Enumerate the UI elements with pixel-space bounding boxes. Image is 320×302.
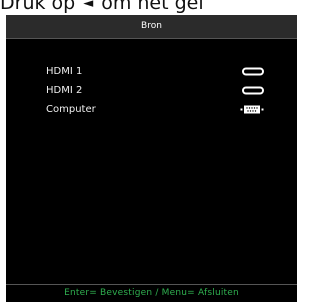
menu-title: Bron bbox=[6, 15, 297, 39]
source-item-label: HDMI 1 bbox=[46, 66, 83, 77]
instruction-text: Druk op ◄ om het gel bbox=[0, 0, 303, 14]
hdmi-port-icon bbox=[242, 86, 264, 100]
hdmi-port-icon bbox=[242, 67, 264, 81]
source-item-computer[interactable]: Computer bbox=[46, 103, 276, 122]
source-item-label: HDMI 2 bbox=[46, 85, 83, 96]
source-menu: Bron HDMI 1 HDMI 2 Computer Enter= Beves… bbox=[6, 15, 297, 302]
left-arrow-icon: ◄ bbox=[83, 0, 94, 11]
page: Druk op ◄ om het gel Bron HDMI 1 HDMI 2 bbox=[0, 0, 303, 302]
source-item-hdmi-2[interactable]: HDMI 2 bbox=[46, 84, 276, 103]
source-item-hdmi-1[interactable]: HDMI 1 bbox=[46, 65, 276, 84]
instruction-text-after: om het gel bbox=[101, 0, 204, 14]
key-hint-footer: Enter= Bevestigen / Menu= Afsluiten bbox=[6, 284, 297, 302]
source-item-label: Computer bbox=[46, 104, 96, 115]
vga-port-icon bbox=[240, 105, 264, 119]
source-list: HDMI 1 HDMI 2 Computer bbox=[46, 65, 276, 122]
instruction-text-before: Druk op bbox=[0, 0, 76, 14]
